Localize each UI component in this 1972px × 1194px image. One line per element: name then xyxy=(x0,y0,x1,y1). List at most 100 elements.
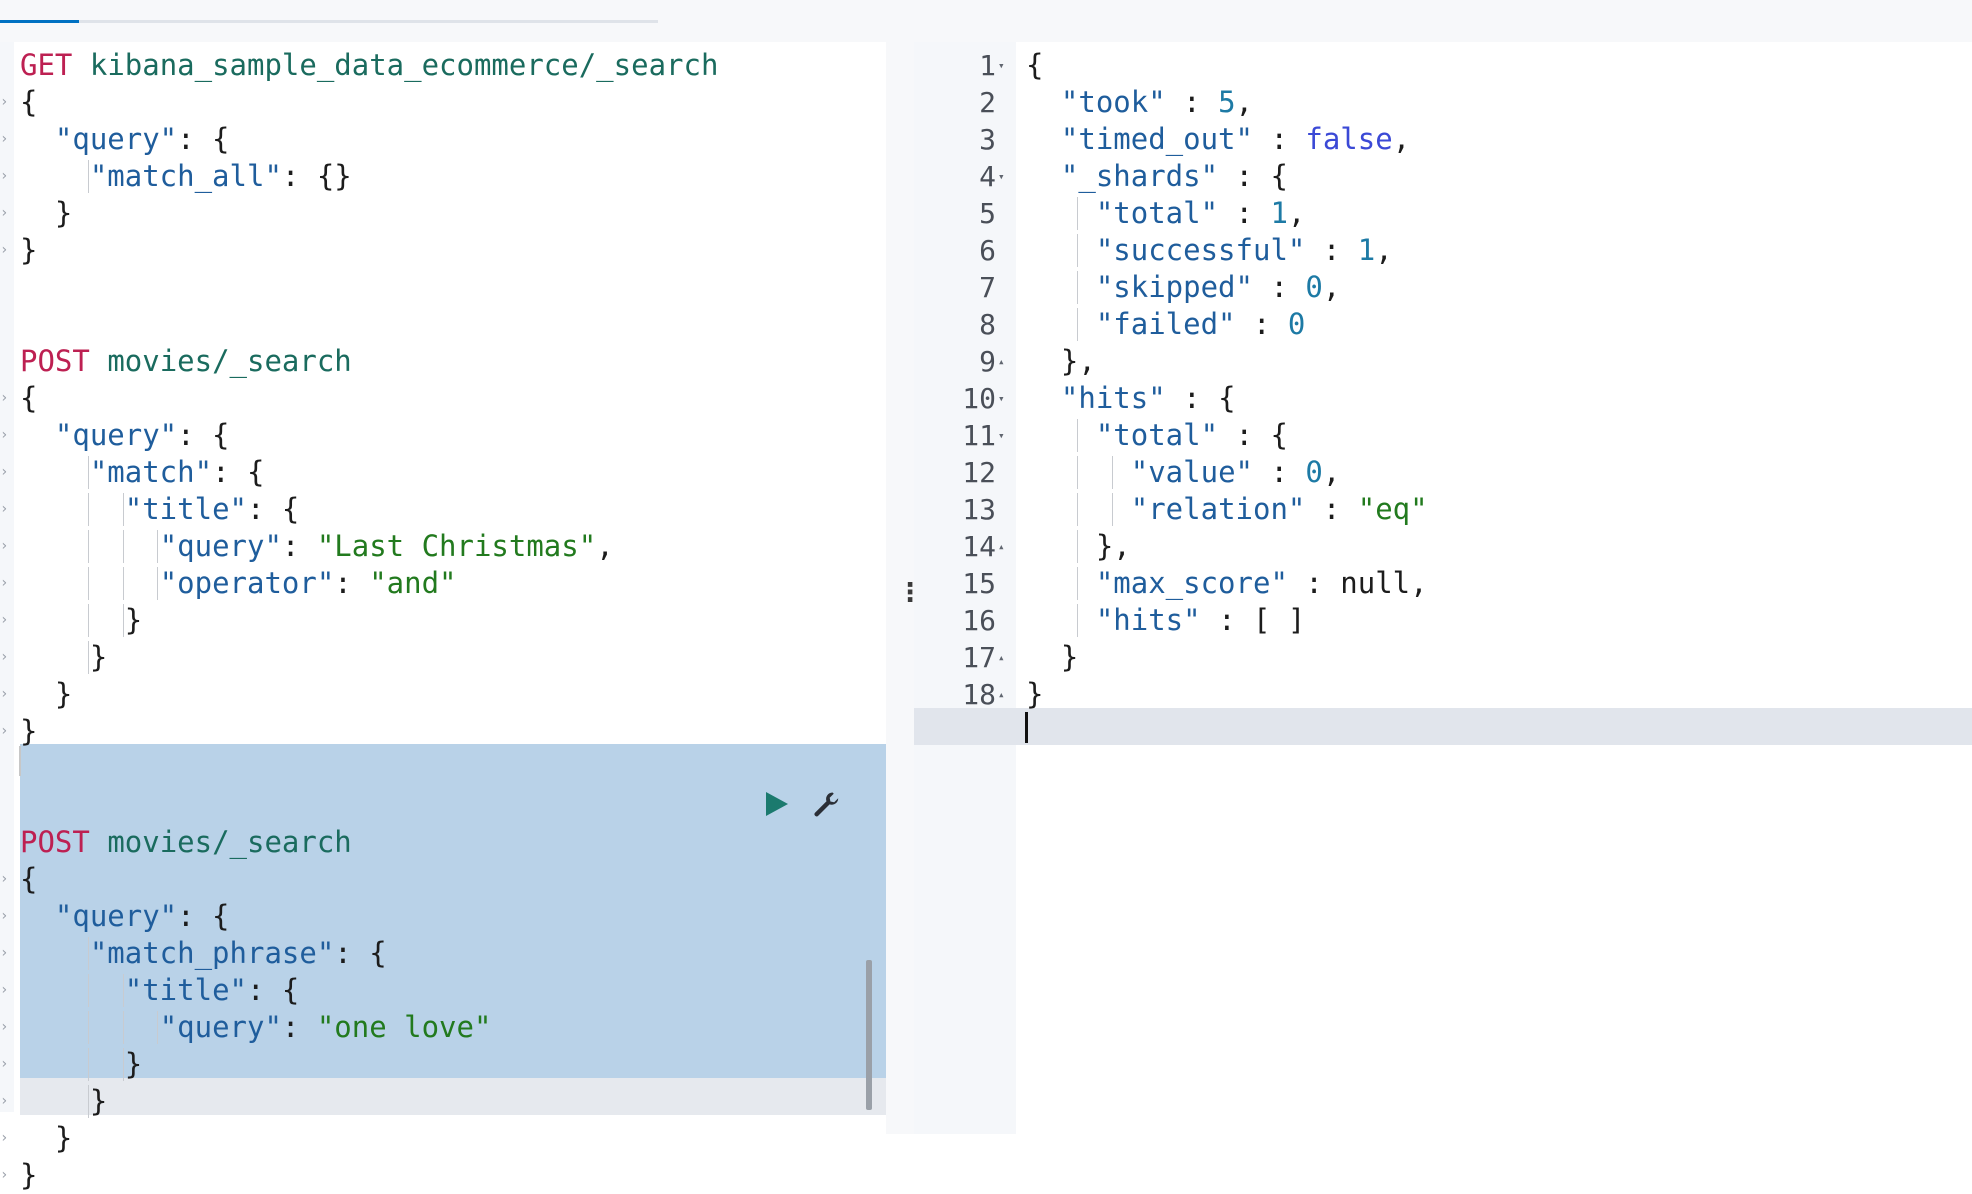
code-token: 5 xyxy=(1218,85,1236,119)
gutter-fold-marker[interactable]: › xyxy=(0,232,8,269)
progress-bar xyxy=(0,20,79,23)
pane-divider[interactable]: ⋮ xyxy=(886,42,923,1134)
indent-guide xyxy=(87,604,89,637)
gutter-fold-marker[interactable]: › xyxy=(0,602,8,639)
indent-guide xyxy=(1076,197,1078,230)
code-token: "successful" xyxy=(1095,233,1306,267)
request-body-line[interactable]: "operator": "and" xyxy=(20,565,457,602)
request-body-line[interactable]: "query": { xyxy=(20,417,230,454)
request-body-line[interactable]: "query": "Last Christmas", xyxy=(20,528,614,565)
fold-collapse-icon[interactable]: ▾ xyxy=(998,417,1012,454)
wrench-icon[interactable] xyxy=(812,790,840,818)
request-body-line[interactable]: "match_phrase": { xyxy=(20,935,387,972)
gutter-fold-marker[interactable]: › xyxy=(0,1157,8,1194)
indent-guide xyxy=(87,493,89,526)
gutter-fold-marker[interactable]: › xyxy=(0,195,8,232)
gutter-fold-marker[interactable]: › xyxy=(0,417,8,454)
request-editor-scrollbar[interactable] xyxy=(866,960,872,1110)
code-token: : xyxy=(334,566,370,600)
gutter-fold-marker[interactable]: › xyxy=(0,861,8,898)
gutter-fold-marker[interactable]: › xyxy=(0,898,8,935)
request-body-line[interactable]: "query": { xyxy=(20,121,230,158)
indent-guide xyxy=(1076,493,1078,526)
gutter-fold-marker[interactable]: › xyxy=(0,935,8,972)
gutter-fold-marker[interactable]: › xyxy=(0,380,8,417)
code-token: "took" xyxy=(1060,85,1166,119)
code-token: "title" xyxy=(124,973,247,1007)
code-token: "timed_out" xyxy=(1060,122,1253,156)
gutter-fold-marker[interactable]: › xyxy=(0,1046,8,1083)
play-icon[interactable] xyxy=(762,790,790,818)
request-body-line[interactable]: } xyxy=(20,232,37,269)
request-body-line[interactable]: "title": { xyxy=(20,491,300,528)
gutter-fold-marker[interactable]: › xyxy=(0,639,8,676)
request-body-line[interactable]: "title": { xyxy=(20,972,300,1009)
request-body-line[interactable]: } xyxy=(20,1157,37,1194)
gutter-fold-marker[interactable]: › xyxy=(0,121,8,158)
request-body-line[interactable]: } xyxy=(20,1046,142,1083)
gutter-fold-marker[interactable]: › xyxy=(0,713,8,750)
code-token: : null, xyxy=(1287,566,1428,600)
indent-guide xyxy=(157,530,159,563)
gutter-fold-marker[interactable]: › xyxy=(0,972,8,1009)
fold-expand-icon[interactable]: ▴ xyxy=(998,343,1012,380)
gutter-fold-marker[interactable]: › xyxy=(0,158,8,195)
fold-expand-icon[interactable]: ▴ xyxy=(998,639,1012,676)
request-method: GET xyxy=(20,48,73,82)
code-token: } xyxy=(20,677,73,711)
request-editor-gutter: › › › › › › › › › › › › › › › › › › › › › › › › xyxy=(0,42,14,1183)
gutter-fold-marker[interactable]: › xyxy=(0,491,8,528)
fold-expand-icon[interactable]: ▴ xyxy=(998,528,1012,565)
request-body-line[interactable]: "query": "one love" xyxy=(20,1009,492,1046)
code-token: : [ ] xyxy=(1200,603,1306,637)
response-line: "hits" : { xyxy=(1026,380,1236,417)
request-body-line[interactable]: { xyxy=(20,861,37,898)
gutter-fold-marker[interactable]: › xyxy=(0,528,8,565)
request-body-line[interactable]: } xyxy=(20,676,72,713)
gutter-fold-marker[interactable]: › xyxy=(0,565,8,602)
code-token: } xyxy=(20,603,143,637)
request-line[interactable]: POST movies/_search xyxy=(20,824,352,861)
code-token: : { xyxy=(1218,418,1288,452)
code-token: "relation" xyxy=(1130,492,1306,526)
request-body-line[interactable]: "match": { xyxy=(20,454,265,491)
request-line[interactable]: GET kibana_sample_data_ecommerce/_search xyxy=(20,47,718,84)
request-line[interactable]: POST movies/_search xyxy=(20,343,352,380)
request-body-line[interactable]: "query": { xyxy=(20,898,230,935)
code-token: : xyxy=(1252,122,1306,156)
request-method: POST xyxy=(20,344,90,378)
gutter-fold-marker[interactable]: › xyxy=(0,1083,8,1120)
fold-collapse-icon[interactable]: ▾ xyxy=(998,47,1012,84)
response-gutter: 1▾234▾56789▴10▾11▾121314▴151617▴18▴19 xyxy=(914,42,1016,1134)
request-body-line[interactable]: } xyxy=(20,639,107,676)
code-token: } xyxy=(20,1084,108,1118)
fold-collapse-icon[interactable]: ▾ xyxy=(998,380,1012,417)
code-token: 0 xyxy=(1287,307,1306,341)
line-number: 2 xyxy=(979,86,996,119)
fold-collapse-icon[interactable]: ▾ xyxy=(998,158,1012,195)
request-body-line[interactable]: { xyxy=(20,380,37,417)
gutter-fold-marker[interactable]: › xyxy=(0,84,8,121)
line-number: 13 xyxy=(962,493,996,526)
request-editor[interactable]: › › › › › › › › › › › › › › › › › › › › › › › › GET kibana_samp… xyxy=(0,42,886,1192)
code-token: 0 xyxy=(1305,455,1323,489)
gutter-fold-marker[interactable]: › xyxy=(0,454,8,491)
request-body-line[interactable]: { xyxy=(20,84,37,121)
code-token: "max_score" xyxy=(1095,566,1288,600)
gutter-fold-marker[interactable]: › xyxy=(0,1120,8,1157)
gutter-fold-marker[interactable]: › xyxy=(0,676,8,713)
code-token: } xyxy=(20,1047,143,1081)
request-body-line[interactable]: "match_all": {} xyxy=(20,158,352,195)
gutter-fold-marker[interactable]: › xyxy=(0,1009,8,1046)
line-number: 7 xyxy=(979,271,996,304)
indent-guide xyxy=(122,1048,124,1081)
request-body-line[interactable]: } xyxy=(20,195,72,232)
request-body-line[interactable]: } xyxy=(20,713,37,750)
code-token: : { xyxy=(177,418,230,452)
request-body-line[interactable]: } xyxy=(20,602,142,639)
response-line: } xyxy=(1026,676,1043,713)
request-body-line[interactable]: } xyxy=(20,1083,107,1120)
request-body-line[interactable]: } xyxy=(20,1120,72,1157)
